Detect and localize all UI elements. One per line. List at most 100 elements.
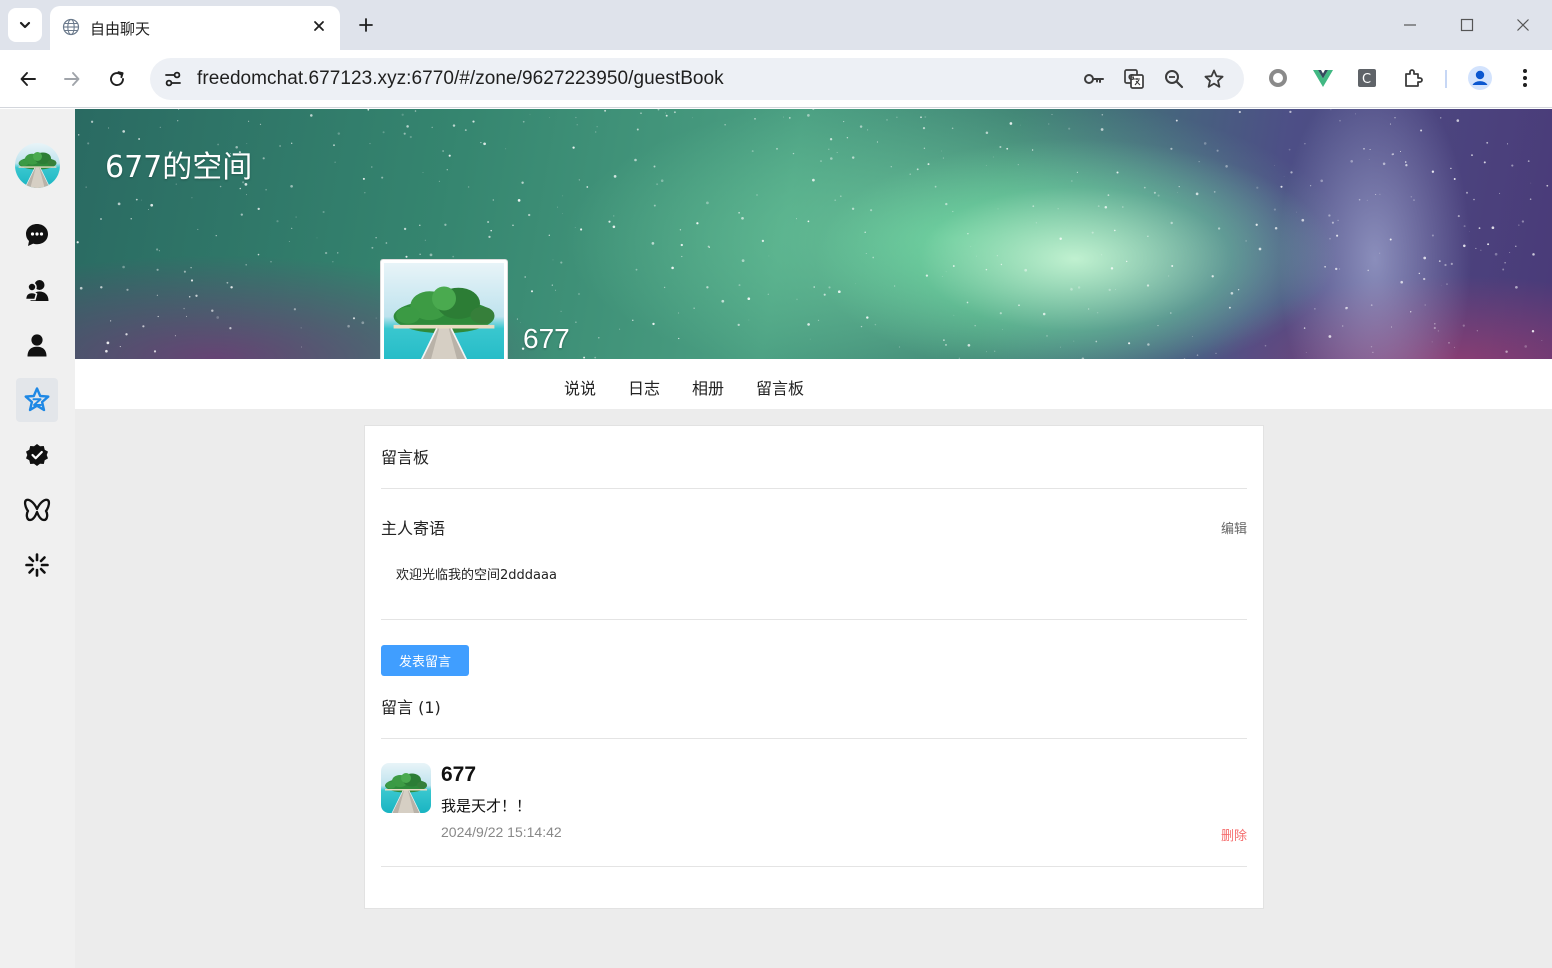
star-dot [1466, 191, 1468, 194]
star-dot [183, 307, 185, 310]
star-dot [431, 126, 433, 129]
star-dot [634, 158, 637, 162]
sidebar-item-contacts[interactable] [16, 268, 58, 312]
star-dot [619, 328, 621, 330]
tune-icon [165, 71, 181, 87]
tab-search-button[interactable] [8, 8, 42, 42]
extension-c-button[interactable]: C [1353, 64, 1381, 92]
star-dot [135, 198, 138, 201]
star-dot [706, 201, 709, 205]
star-dot [347, 324, 350, 328]
reload-button[interactable] [102, 64, 132, 94]
sidebar-item-chat[interactable] [16, 213, 58, 257]
star-dot [1258, 247, 1262, 251]
star-dot [1211, 275, 1214, 278]
new-tab-button[interactable] [352, 11, 380, 39]
user-avatar[interactable] [15, 143, 60, 188]
star-dot [362, 177, 365, 180]
profile-button[interactable] [1466, 64, 1494, 92]
message-text: 我是天才！！ [441, 797, 532, 815]
close-icon [1517, 19, 1529, 31]
tab-guestbook[interactable]: 留言板 [756, 375, 804, 399]
star-dot [708, 246, 711, 248]
post-message-button[interactable]: 发表留言 [381, 645, 469, 676]
star-dot [148, 209, 149, 210]
star-dot [130, 218, 132, 220]
browser-tab-active[interactable]: 自由聊天 [50, 6, 340, 50]
star-dot [999, 312, 1002, 315]
star-dot [1463, 244, 1466, 248]
close-window-button[interactable] [1508, 10, 1538, 40]
star-dot [1431, 234, 1434, 237]
address-bar[interactable]: freedomchat.677123.xyz:6770/#/zone/96272… [150, 58, 1244, 100]
translate-icon: G [1124, 69, 1144, 89]
minimize-button[interactable] [1395, 10, 1425, 40]
extensions-button[interactable] [1399, 64, 1427, 92]
tab-album[interactable]: 相册 [692, 375, 724, 399]
star-dot [1171, 265, 1174, 267]
delete-message-link[interactable]: 删除 [1221, 825, 1247, 844]
star-dot [604, 109, 607, 112]
star-dot [100, 286, 103, 289]
star-dot [1509, 252, 1511, 254]
password-key-button[interactable] [1082, 67, 1106, 91]
site-info-button[interactable] [160, 66, 186, 92]
star-dot [575, 321, 577, 323]
star-dot [197, 228, 199, 230]
star-dot [1068, 127, 1071, 130]
star-dot [1017, 164, 1019, 166]
star-dot [190, 266, 192, 269]
star-dot [528, 213, 531, 217]
message-author-name[interactable]: 677 [441, 763, 476, 787]
star-dot [1529, 198, 1532, 200]
back-button[interactable] [13, 64, 43, 94]
bookmark-button[interactable] [1202, 67, 1226, 91]
extension-record-button[interactable] [1264, 64, 1292, 92]
extension-vue-button[interactable] [1309, 64, 1337, 92]
sidebar-item-verified[interactable] [16, 433, 58, 477]
star-dot [1413, 199, 1415, 201]
translate-button[interactable]: G [1122, 67, 1146, 91]
star-dot [1505, 350, 1508, 353]
star-dot [1350, 159, 1354, 163]
arrow-right-icon [64, 72, 80, 86]
star-dot [653, 204, 656, 207]
star-dot [574, 226, 576, 228]
sidebar-item-zone[interactable] [16, 378, 58, 422]
chevron-down-icon [19, 21, 31, 29]
browser-menu-button[interactable] [1511, 64, 1539, 92]
edit-owner-words-link[interactable]: 编辑 [1221, 518, 1247, 537]
url-text[interactable]: freedomchat.677123.xyz:6770/#/zone/96272… [197, 68, 724, 90]
star-dot [1274, 227, 1278, 230]
star-dot [211, 309, 214, 312]
star-dot [122, 265, 125, 269]
sidebar-item-profile[interactable] [16, 323, 58, 367]
star-dot [859, 125, 863, 128]
star-dot [1095, 340, 1098, 343]
tab-close-button[interactable] [308, 15, 330, 37]
message-author-avatar[interactable] [381, 763, 431, 813]
island-avatar-image [381, 763, 431, 813]
star-dot [419, 224, 421, 227]
star-dot [562, 195, 564, 197]
sidebar-item-butterfly[interactable] [16, 488, 58, 532]
maximize-button[interactable] [1452, 10, 1482, 40]
star-dot [324, 251, 328, 255]
star-dot [652, 322, 655, 326]
star-dot [1002, 329, 1003, 330]
forward-button[interactable] [57, 64, 87, 94]
star-dot [671, 266, 674, 270]
star-dot [126, 288, 129, 291]
star-dot [156, 294, 158, 296]
star-dot [1303, 327, 1306, 329]
sidebar-item-sparkle[interactable] [16, 543, 58, 587]
star-dot [1473, 198, 1475, 201]
star-dot [999, 145, 1002, 149]
tab-diary[interactable]: 日志 [628, 375, 660, 399]
tab-shuoshuo[interactable]: 说说 [564, 375, 596, 399]
star-dot [967, 343, 971, 347]
zoom-button[interactable] [1162, 67, 1186, 91]
star-dot [239, 187, 242, 190]
star-dot [1057, 208, 1059, 210]
star-dot [678, 337, 680, 340]
